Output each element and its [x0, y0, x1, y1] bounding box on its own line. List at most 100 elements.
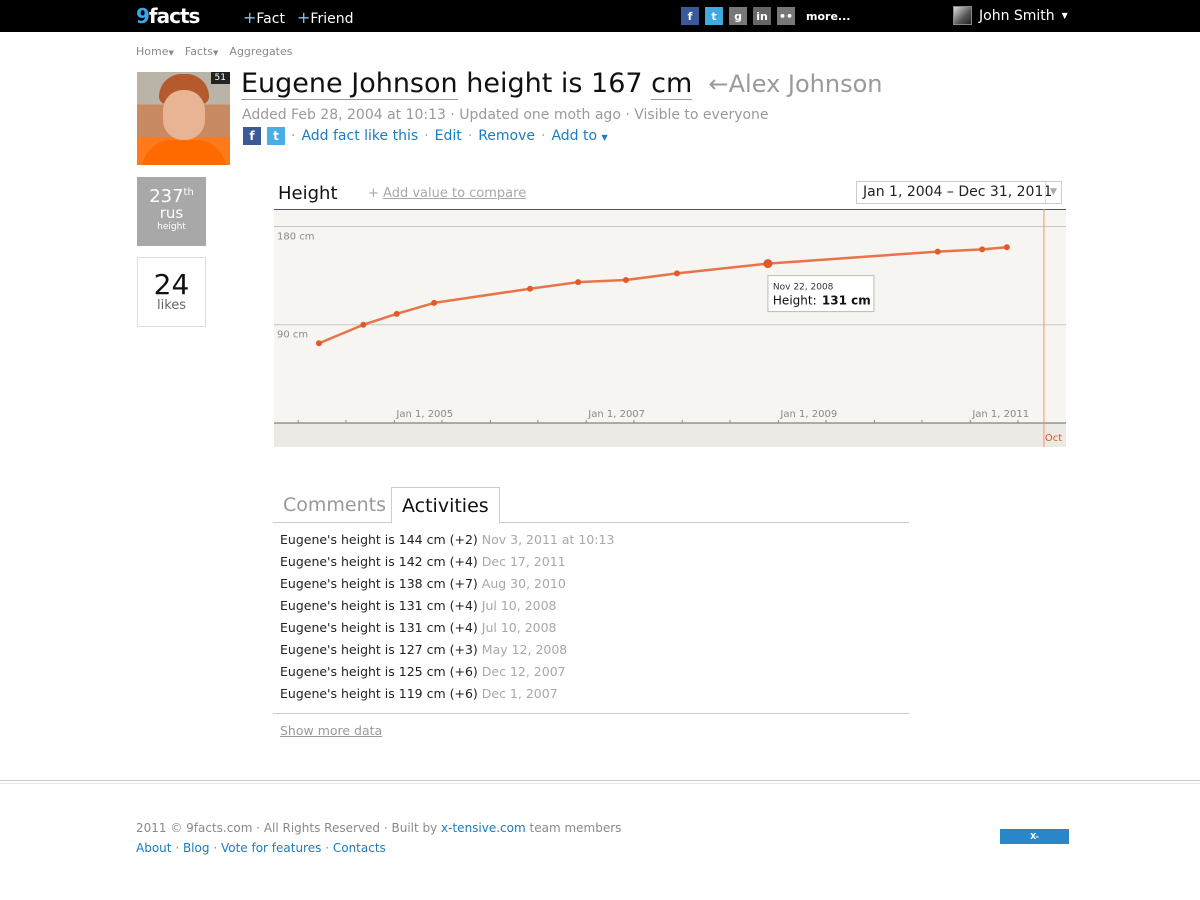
breadcrumb-facts[interactable]: Facts▼ — [185, 45, 219, 58]
activity-date: Dec 12, 2007 — [481, 664, 566, 679]
profile-photo[interactable]: 51 — [137, 72, 230, 165]
rank-country: rus — [159, 204, 184, 222]
list-item: Eugene's height is 131 cm (+4) Jul 10, 2… — [280, 597, 614, 619]
breadcrumb-home[interactable]: Home▼ — [136, 45, 174, 58]
activities-list: Eugene's height is 144 cm (+2) Nov 3, 20… — [280, 531, 614, 707]
data-point — [575, 279, 582, 286]
show-more-data-link[interactable]: Show more data — [280, 723, 382, 738]
rank-box[interactable]: 237th rus height — [137, 177, 206, 246]
twitter-icon[interactable]: t — [705, 7, 723, 25]
list-item: Eugene's height is 131 cm (+4) Jul 10, 2… — [280, 619, 614, 641]
activity-date: Jul 10, 2008 — [481, 620, 557, 635]
height-chart[interactable]: 180 cm 90 cm Jan 1, 2005 Jan 1, 2007 Jan 1, … — [274, 209, 1066, 447]
date-range-select[interactable]: Jan 1, 2004 – Dec 31, 2011 ▼ — [856, 181, 1062, 204]
activity-text: Eugene's height is 142 cm (+4) — [280, 554, 478, 569]
activity-date: Nov 3, 2011 at 10:13 — [481, 532, 615, 547]
tab-activities[interactable]: Activities — [391, 487, 500, 524]
page-title: Eugene Johnson height is 167 cm ←Alex Jo… — [241, 68, 883, 100]
source-person-link[interactable]: Alex Johnson — [729, 70, 883, 98]
today-marker-label: Oct 8 — [1045, 433, 1066, 444]
footer-vote-link[interactable]: Vote for features — [221, 841, 321, 855]
list-item: Eugene's height is 142 cm (+4) Dec 17, 2… — [280, 553, 614, 575]
social-links: f t g in •• — [681, 7, 795, 25]
more-social-link[interactable]: more... — [806, 10, 850, 23]
footer-links: About · Blog · Vote for features · Conta… — [136, 841, 386, 855]
list-item: Eugene's height is 127 cm (+3) May 12, 2… — [280, 641, 614, 663]
chart-title: Height — [278, 183, 338, 204]
chevron-down-icon[interactable]: ▼ — [1045, 182, 1061, 203]
breadcrumb: Home▼ Facts▼ Aggregates — [136, 45, 293, 58]
data-point — [431, 299, 438, 306]
chevron-down-icon: ▼ — [168, 49, 174, 57]
user-menu[interactable]: John Smith ▼ — [953, 6, 1068, 25]
user-avatar — [953, 6, 972, 25]
footer-blog-link[interactable]: Blog — [183, 841, 210, 855]
xtensive-logo[interactable]: X-TENSIVE.COM — [1000, 829, 1069, 856]
activity-date: Jul 10, 2008 — [481, 598, 557, 613]
list-item: Eugene's height is 125 cm (+6) Dec 12, 2… — [280, 663, 614, 685]
x-tick-label: Jan 1, 2009 — [779, 409, 837, 420]
tooltip-date: Nov 22, 2008 — [773, 283, 834, 293]
person-name-link[interactable]: Eugene Johnson — [241, 68, 458, 100]
activity-text: Eugene's height is 138 cm (+7) — [280, 576, 478, 591]
data-point-highlighted — [763, 259, 773, 269]
remove-link[interactable]: Remove — [478, 128, 535, 144]
add-fact-link[interactable]: +Fact — [243, 8, 285, 27]
plus-icon: + — [368, 186, 384, 201]
tabs: Comments Activities — [273, 487, 909, 524]
activity-text: Eugene's height is 144 cm (+2) — [280, 532, 478, 547]
likes-box[interactable]: 24 likes — [137, 257, 206, 327]
divider — [273, 713, 909, 714]
facebook-share-icon[interactable]: f — [243, 127, 261, 145]
data-point — [673, 270, 680, 277]
activity-text: Eugene's height is 131 cm (+4) — [280, 620, 478, 635]
flickr-icon[interactable]: •• — [777, 7, 795, 25]
user-name: John Smith — [979, 7, 1055, 24]
unit-link[interactable]: cm — [651, 68, 693, 100]
fact-actions: f t · Add fact like this · Edit · Remove… — [243, 127, 608, 145]
date-range-value: Jan 1, 2004 – Dec 31, 2011 — [863, 184, 1053, 200]
footer-copyright: 2011 © 9facts.com · All Rights Reserved … — [136, 821, 622, 835]
add-to-menu[interactable]: Add to ▼ — [551, 128, 607, 144]
divider — [0, 783, 1200, 784]
tab-comments[interactable]: Comments — [273, 487, 396, 523]
add-fact-like-this-link[interactable]: Add fact like this — [301, 128, 418, 144]
list-item: Eugene's height is 119 cm (+6) Dec 1, 20… — [280, 685, 614, 707]
site-logo[interactable]: 9facts — [136, 4, 200, 28]
timeline-strip — [274, 423, 1066, 447]
y-tick-label: 90 cm — [277, 330, 308, 341]
add-value-to-compare-link[interactable]: + Add value to compare — [368, 186, 526, 201]
divider — [0, 780, 1200, 781]
footer-contacts-link[interactable]: Contacts — [333, 841, 386, 855]
add-friend-link[interactable]: +Friend — [297, 8, 353, 27]
data-point — [315, 340, 322, 347]
footer-about-link[interactable]: About — [136, 841, 171, 855]
chevron-down-icon: ▼ — [213, 49, 219, 57]
activity-text: Eugene's height is 131 cm (+4) — [280, 598, 478, 613]
plus-icon: + — [297, 8, 311, 27]
linkedin-icon[interactable]: in — [753, 7, 771, 25]
fact-meta: Added Feb 28, 2004 at 10:13 · Updated on… — [242, 107, 769, 123]
arrow-left-icon: ← — [700, 70, 729, 98]
xtensive-link[interactable]: x-tensive.com — [441, 821, 526, 835]
data-point — [979, 246, 986, 253]
facebook-icon[interactable]: f — [681, 7, 699, 25]
data-point — [527, 285, 534, 292]
data-point — [622, 276, 629, 283]
activity-text: Eugene's height is 125 cm (+6) — [280, 664, 478, 679]
edit-link[interactable]: Edit — [435, 128, 462, 144]
list-item: Eugene's height is 144 cm (+2) Nov 3, 20… — [280, 531, 614, 553]
google-icon[interactable]: g — [729, 7, 747, 25]
activity-date: Aug 30, 2010 — [481, 576, 566, 591]
activity-date: Dec 1, 2007 — [481, 686, 558, 701]
chevron-down-icon: ▼ — [601, 133, 608, 142]
breadcrumb-aggregates[interactable]: Aggregates — [229, 45, 292, 58]
likes-count: 24 — [153, 268, 190, 301]
list-item: Eugene's height is 138 cm (+7) Aug 30, 2… — [280, 575, 614, 597]
x-tick-label: Jan 1, 2007 — [587, 409, 645, 420]
twitter-share-icon[interactable]: t — [267, 127, 285, 145]
plus-icon: + — [243, 8, 257, 27]
photo-count-badge: 51 — [210, 72, 230, 84]
data-point — [1003, 244, 1010, 251]
title-middle: height is 167 — [457, 68, 652, 99]
